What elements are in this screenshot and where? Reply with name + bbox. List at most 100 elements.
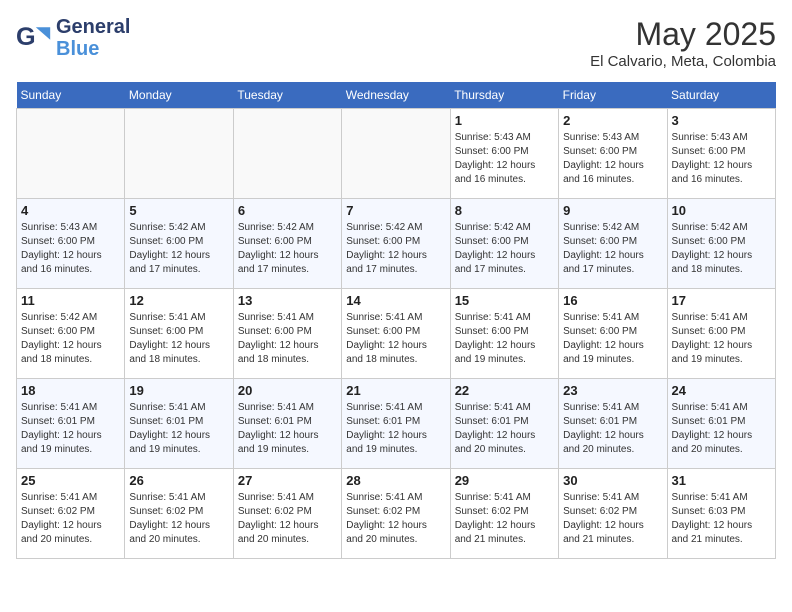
calendar-cell: 20 Sunrise: 5:41 AM Sunset: 6:01 PM Dayli… — [233, 379, 341, 469]
day-number: 23 — [563, 383, 662, 398]
day-info: Sunrise: 5:42 AM Sunset: 6:00 PM Dayligh… — [672, 221, 771, 277]
day-number: 7 — [346, 203, 445, 218]
day-number: 2 — [563, 113, 662, 128]
calendar-cell — [233, 109, 341, 199]
day-number: 8 — [455, 203, 554, 218]
calendar-cell: 31 Sunrise: 5:41 AM Sunset: 6:03 PM Dayli… — [667, 469, 775, 559]
day-number: 20 — [238, 383, 337, 398]
day-info: Sunrise: 5:43 AM Sunset: 6:00 PM Dayligh… — [21, 221, 120, 277]
day-number: 9 — [563, 203, 662, 218]
logo: G General Blue — [16, 16, 130, 60]
day-info: Sunrise: 5:41 AM Sunset: 6:01 PM Dayligh… — [563, 401, 662, 457]
page-header: G General Blue May 2025 El Calvario, Met… — [16, 16, 776, 70]
day-info: Sunrise: 5:41 AM Sunset: 6:01 PM Dayligh… — [238, 401, 337, 457]
calendar-cell: 6 Sunrise: 5:42 AM Sunset: 6:00 PM Daylig… — [233, 199, 341, 289]
day-number: 21 — [346, 383, 445, 398]
day-number: 10 — [672, 203, 771, 218]
day-number: 19 — [129, 383, 228, 398]
day-info: Sunrise: 5:41 AM Sunset: 6:02 PM Dayligh… — [129, 491, 228, 547]
calendar-cell: 2 Sunrise: 5:43 AM Sunset: 6:00 PM Daylig… — [559, 109, 667, 199]
day-number: 12 — [129, 293, 228, 308]
day-info: Sunrise: 5:41 AM Sunset: 6:00 PM Dayligh… — [238, 311, 337, 367]
day-info: Sunrise: 5:41 AM Sunset: 6:02 PM Dayligh… — [21, 491, 120, 547]
day-of-week-header: Sunday — [17, 82, 125, 109]
day-number: 17 — [672, 293, 771, 308]
day-info: Sunrise: 5:42 AM Sunset: 6:00 PM Dayligh… — [563, 221, 662, 277]
day-info: Sunrise: 5:42 AM Sunset: 6:00 PM Dayligh… — [129, 221, 228, 277]
calendar-cell: 24 Sunrise: 5:41 AM Sunset: 6:01 PM Dayli… — [667, 379, 775, 469]
day-of-week-header: Tuesday — [233, 82, 341, 109]
day-info: Sunrise: 5:41 AM Sunset: 6:03 PM Dayligh… — [672, 491, 771, 547]
day-info: Sunrise: 5:41 AM Sunset: 6:01 PM Dayligh… — [346, 401, 445, 457]
day-info: Sunrise: 5:41 AM Sunset: 6:01 PM Dayligh… — [455, 401, 554, 457]
calendar-week-row: 18 Sunrise: 5:41 AM Sunset: 6:01 PM Dayli… — [17, 379, 776, 469]
calendar-cell: 4Sunrise: 5:43 AM Sunset: 6:00 PM Daylig… — [17, 199, 125, 289]
day-info: Sunrise: 5:41 AM Sunset: 6:01 PM Dayligh… — [129, 401, 228, 457]
calendar-cell: 10 Sunrise: 5:42 AM Sunset: 6:00 PM Dayli… — [667, 199, 775, 289]
day-info: Sunrise: 5:43 AM Sunset: 6:00 PM Dayligh… — [672, 131, 771, 187]
calendar-cell: 22 Sunrise: 5:41 AM Sunset: 6:01 PM Dayli… — [450, 379, 558, 469]
calendar-cell: 25 Sunrise: 5:41 AM Sunset: 6:02 PM Dayli… — [17, 469, 125, 559]
day-info: Sunrise: 5:41 AM Sunset: 6:00 PM Dayligh… — [346, 311, 445, 367]
calendar-cell: 14Sunrise: 5:41 AM Sunset: 6:00 PM Dayli… — [342, 289, 450, 379]
day-of-week-header: Monday — [125, 82, 233, 109]
day-number: 29 — [455, 473, 554, 488]
calendar-cell: 8 Sunrise: 5:42 AM Sunset: 6:00 PM Daylig… — [450, 199, 558, 289]
calendar-cell: 19 Sunrise: 5:41 AM Sunset: 6:01 PM Dayli… — [125, 379, 233, 469]
day-number: 22 — [455, 383, 554, 398]
day-of-week-header: Friday — [559, 82, 667, 109]
day-of-week-header: Wednesday — [342, 82, 450, 109]
calendar-cell: 12 Sunrise: 5:41 AM Sunset: 6:00 PM Dayli… — [125, 289, 233, 379]
day-info: Sunrise: 5:42 AM Sunset: 6:00 PM Dayligh… — [21, 311, 120, 367]
day-info: Sunrise: 5:41 AM Sunset: 6:02 PM Dayligh… — [455, 491, 554, 547]
calendar-cell — [342, 109, 450, 199]
calendar-cell: 13 Sunrise: 5:41 AM Sunset: 6:00 PM Dayli… — [233, 289, 341, 379]
logo-icon: G — [16, 20, 52, 56]
day-info: Sunrise: 5:42 AM Sunset: 6:00 PM Dayligh… — [238, 221, 337, 277]
location: El Calvario, Meta, Colombia — [590, 53, 776, 70]
day-info: Sunrise: 5:41 AM Sunset: 6:01 PM Dayligh… — [672, 401, 771, 457]
day-number: 31 — [672, 473, 771, 488]
day-number: 24 — [672, 383, 771, 398]
day-info: Sunrise: 5:41 AM Sunset: 6:01 PM Dayligh… — [21, 401, 120, 457]
day-number: 18 — [21, 383, 120, 398]
calendar-cell: 18 Sunrise: 5:41 AM Sunset: 6:01 PM Dayli… — [17, 379, 125, 469]
day-number: 13 — [238, 293, 337, 308]
day-number: 1 — [455, 113, 554, 128]
calendar-cell: 5 Sunrise: 5:42 AM Sunset: 6:00 PM Daylig… — [125, 199, 233, 289]
day-info: Sunrise: 5:42 AM Sunset: 6:00 PM Dayligh… — [346, 221, 445, 277]
calendar-cell: 26 Sunrise: 5:41 AM Sunset: 6:02 PM Dayli… — [125, 469, 233, 559]
logo-text: General Blue — [56, 16, 130, 60]
calendar-cell: 1Sunrise: 5:43 AM Sunset: 6:00 PM Daylig… — [450, 109, 558, 199]
calendar-cell: 3Sunrise: 5:43 AM Sunset: 6:00 PM Daylig… — [667, 109, 775, 199]
day-info: Sunrise: 5:41 AM Sunset: 6:00 PM Dayligh… — [455, 311, 554, 367]
day-number: 25 — [21, 473, 120, 488]
calendar-week-row: 25 Sunrise: 5:41 AM Sunset: 6:02 PM Dayli… — [17, 469, 776, 559]
calendar-cell: 29 Sunrise: 5:41 AM Sunset: 6:02 PM Dayli… — [450, 469, 558, 559]
day-number: 30 — [563, 473, 662, 488]
day-number: 15 — [455, 293, 554, 308]
day-number: 5 — [129, 203, 228, 218]
calendar-cell: 15 Sunrise: 5:41 AM Sunset: 6:00 PM Dayli… — [450, 289, 558, 379]
day-number: 6 — [238, 203, 337, 218]
day-number: 16 — [563, 293, 662, 308]
title-block: May 2025 El Calvario, Meta, Colombia — [590, 16, 776, 70]
day-info: Sunrise: 5:41 AM Sunset: 6:02 PM Dayligh… — [238, 491, 337, 547]
day-info: Sunrise: 5:41 AM Sunset: 6:00 PM Dayligh… — [129, 311, 228, 367]
day-number: 11 — [21, 293, 120, 308]
day-number: 27 — [238, 473, 337, 488]
day-info: Sunrise: 5:41 AM Sunset: 6:02 PM Dayligh… — [563, 491, 662, 547]
day-info: Sunrise: 5:42 AM Sunset: 6:00 PM Dayligh… — [455, 221, 554, 277]
calendar-cell: 11 Sunrise: 5:42 AM Sunset: 6:00 PM Dayli… — [17, 289, 125, 379]
calendar-week-row: 4Sunrise: 5:43 AM Sunset: 6:00 PM Daylig… — [17, 199, 776, 289]
day-of-week-header: Saturday — [667, 82, 775, 109]
month-title: May 2025 — [590, 16, 776, 53]
day-number: 28 — [346, 473, 445, 488]
day-number: 26 — [129, 473, 228, 488]
day-of-week-header: Thursday — [450, 82, 558, 109]
day-info: Sunrise: 5:43 AM Sunset: 6:00 PM Dayligh… — [563, 131, 662, 187]
calendar-cell — [125, 109, 233, 199]
calendar-header-row: SundayMondayTuesdayWednesdayThursdayFrid… — [17, 82, 776, 109]
calendar-week-row: 1 Sunrise: 5:43 AM Sunset: 6:00 PM Daylig… — [17, 109, 776, 199]
calendar-cell: 28Sunrise: 5:41 AM Sunset: 6:02 PM Dayli… — [342, 469, 450, 559]
